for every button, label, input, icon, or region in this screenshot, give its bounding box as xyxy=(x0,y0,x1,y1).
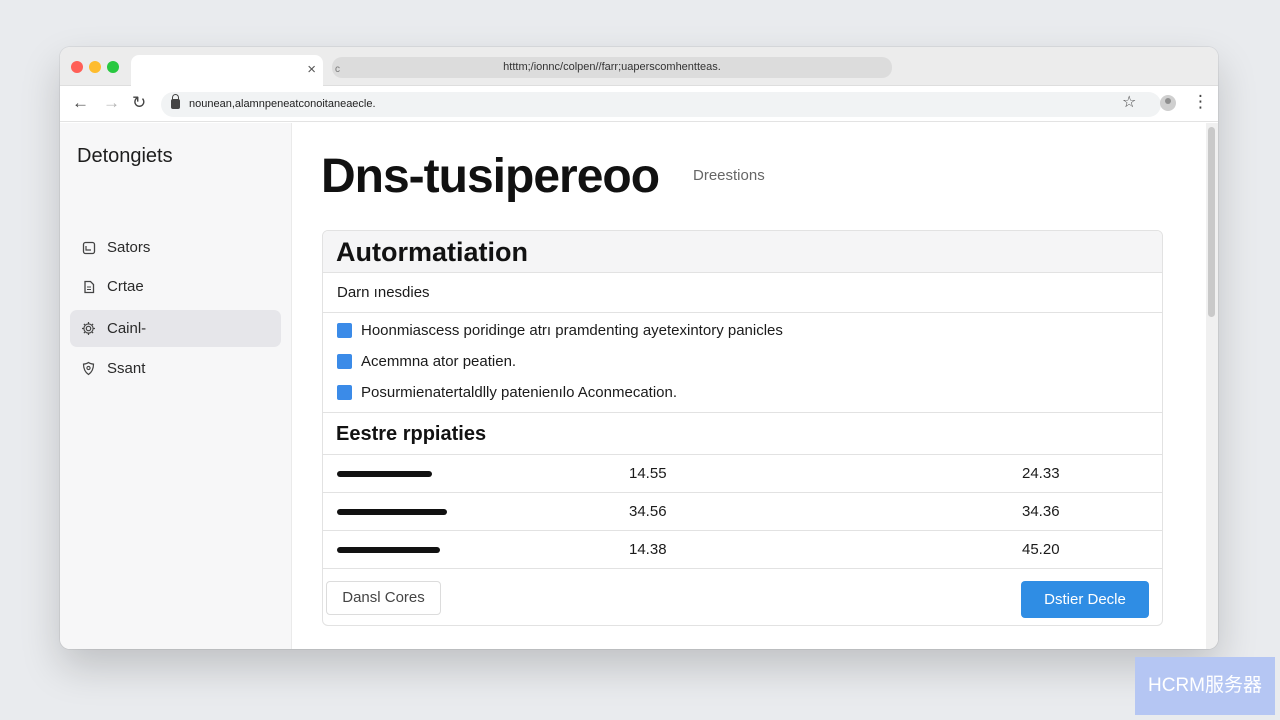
table-cell: 34.56 xyxy=(629,503,667,520)
minimize-window-button[interactable] xyxy=(89,61,101,73)
shield-icon xyxy=(81,361,96,376)
main-content: Dns-tusipereoo Dreestions Autormatiation… xyxy=(293,123,1205,649)
row-bar xyxy=(337,509,447,515)
square-bullet-icon xyxy=(337,354,352,369)
section-title: Eestre rppiaties xyxy=(323,412,1162,455)
card-title: Autormatiation xyxy=(336,237,528,267)
automation-card: Autormatiation Darn ınesdies Hoonmiasces… xyxy=(322,230,1163,626)
scrollbar[interactable] xyxy=(1206,123,1218,649)
sidebar-item-label: Cainl- xyxy=(107,320,147,337)
scrollbar-thumb[interactable] xyxy=(1208,127,1215,317)
table-cell: 34.36 xyxy=(1022,503,1060,520)
table-cell: 14.38 xyxy=(629,541,667,558)
card-header: Autormatiation xyxy=(323,231,1162,273)
page-title: Dns-tusipereoo xyxy=(321,150,660,203)
table-cell: 45.20 xyxy=(1022,541,1060,558)
list-item-text: Hoonmiascess poridinge atrı pramdenting … xyxy=(361,322,783,339)
arrow-left-icon[interactable]: ← xyxy=(72,93,89,113)
row-bar xyxy=(337,547,440,553)
list-item: Hoonmiascess poridinge atrı pramdenting … xyxy=(337,321,783,341)
tab-close-icon[interactable]: × xyxy=(307,61,316,79)
watermark: HCRM服务器 xyxy=(1135,657,1275,715)
browser-tab[interactable]: × xyxy=(131,55,323,87)
box-icon xyxy=(81,240,96,255)
more-vertical-icon[interactable]: ⋮ xyxy=(1192,92,1209,112)
row-bar xyxy=(337,471,432,477)
sidebar-item-cainl[interactable]: Cainl- xyxy=(70,310,281,347)
sidebar-title: Detongiets xyxy=(77,145,173,167)
tab-url-text: htttm;/ionnc/colpen//farr;uaperscomhentt… xyxy=(503,61,721,73)
close-window-button[interactable] xyxy=(71,61,83,73)
address-text: nounean,alamnpeneatconoitaneaecle. xyxy=(189,98,376,110)
sidebar-item-sators[interactable]: Sators xyxy=(70,229,281,266)
list-item: Acemmna ator peatien. xyxy=(337,352,516,372)
sidebar: Detongiets Sators Crtae Cainl- Ssant xyxy=(60,123,292,649)
profile-avatar[interactable] xyxy=(1160,95,1176,111)
primary-button[interactable]: Dstier Decle xyxy=(1021,581,1149,618)
page-subtitle[interactable]: Dreestions xyxy=(693,167,765,184)
square-bullet-icon xyxy=(337,323,352,338)
browser-window: × c htttm;/ionnc/colpen//farr;uaperscomh… xyxy=(60,47,1218,649)
sidebar-item-label: Crtae xyxy=(107,278,144,295)
list-item-text: Posurmienatertaldlly patenienılo Aconmec… xyxy=(361,384,678,401)
tab-url-pill-icon: c xyxy=(335,64,340,75)
sidebar-item-ssant[interactable]: Ssant xyxy=(70,350,281,387)
star-icon[interactable]: ☆ xyxy=(1122,93,1136,113)
card-subtitle: Darn ınesdies xyxy=(323,273,1162,313)
lock-icon xyxy=(171,94,180,109)
arrow-right-icon[interactable]: → xyxy=(103,93,120,113)
reload-icon[interactable]: ↻ xyxy=(132,93,146,113)
title-bar: × c htttm;/ionnc/colpen//farr;uaperscomh… xyxy=(60,47,1218,87)
sidebar-item-label: Ssant xyxy=(107,360,146,377)
table-cell: 24.33 xyxy=(1022,465,1060,482)
table-cell: 14.55 xyxy=(629,465,667,482)
list-item-text: Acemmna ator peatien. xyxy=(361,353,517,370)
browser-toolbar: ← → ↻ nounean,alamnpeneatconoitaneaecle.… xyxy=(60,86,1218,122)
table-row[interactable]: 14.55 24.33 xyxy=(323,455,1162,493)
maximize-window-button[interactable] xyxy=(107,61,119,73)
address-bar[interactable]: nounean,alamnpeneatconoitaneaecle. xyxy=(161,92,1161,117)
table-row[interactable]: 14.38 45.20 xyxy=(323,531,1162,569)
document-icon xyxy=(81,279,96,294)
square-bullet-icon xyxy=(337,385,352,400)
sidebar-item-crtae[interactable]: Crtae xyxy=(70,268,281,305)
secondary-button[interactable]: Dansl Cores xyxy=(326,581,441,615)
sidebar-item-label: Sators xyxy=(107,239,151,256)
list-item: Posurmienatertaldlly patenienılo Aconmec… xyxy=(337,383,677,403)
tab-url-pill[interactable]: c htttm;/ionnc/colpen//farr;uaperscomhen… xyxy=(332,57,892,78)
table-row[interactable]: 34.56 34.36 xyxy=(323,493,1162,531)
gear-icon xyxy=(81,321,96,336)
